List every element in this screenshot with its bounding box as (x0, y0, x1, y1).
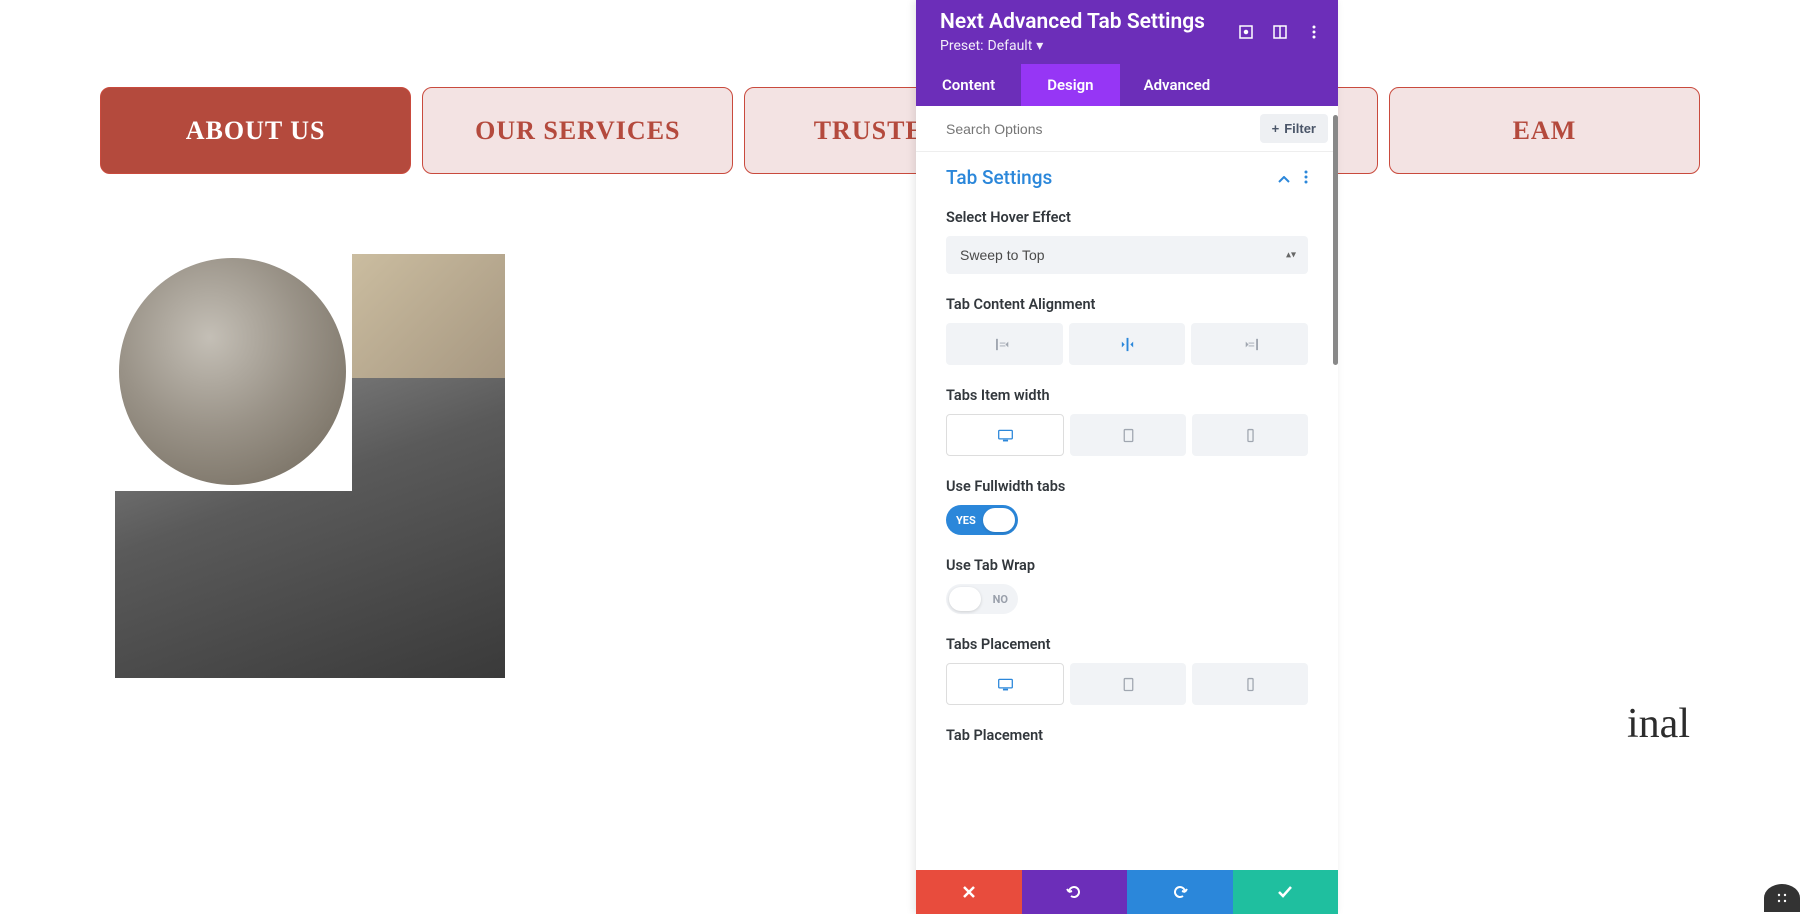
toggle-knob (949, 587, 981, 611)
hover-effect-select[interactable]: Sweep to Top (946, 236, 1308, 274)
panel-tab-content[interactable]: Content (916, 64, 1021, 106)
floating-action-button[interactable] (1764, 884, 1800, 912)
content-alignment-label: Tab Content Alignment (946, 296, 1308, 313)
align-left-button[interactable] (946, 323, 1063, 365)
search-filter-row: + Filter (916, 106, 1338, 152)
toggle-knob (983, 508, 1015, 532)
tabs-placement-label: Tabs Placement (946, 636, 1308, 653)
tab-wrap-label: Use Tab Wrap (946, 557, 1308, 574)
redo-button[interactable] (1127, 870, 1233, 914)
item-width-label: Tabs Item width (946, 387, 1308, 404)
undo-button[interactable] (1022, 870, 1128, 914)
placement-phone-button[interactable] (1192, 663, 1308, 705)
preset-label: Preset: (940, 38, 984, 54)
about-image-block (115, 254, 505, 678)
tab-about-us[interactable]: ABOUT US (100, 87, 411, 174)
search-input[interactable] (946, 121, 1260, 137)
tab-our-services[interactable]: OUR SERVICES (422, 87, 733, 174)
panel-tab-advanced[interactable]: Advanced (1120, 64, 1235, 106)
placement-tablet-button[interactable] (1070, 663, 1186, 705)
circle-image-justice (114, 253, 351, 490)
toggle-yes-label: YES (956, 514, 976, 527)
plus-icon: + (1272, 121, 1280, 136)
panel-tab-design[interactable]: Design (1021, 64, 1119, 106)
device-tablet-button[interactable] (1070, 414, 1186, 456)
fullwidth-label: Use Fullwidth tabs (946, 478, 1308, 495)
filter-button[interactable]: + Filter (1260, 114, 1328, 143)
tab-label: EAM (1513, 116, 1577, 146)
page-tabs-row: ABOUT US OUR SERVICES TRUSTED US EAM (100, 87, 1700, 174)
settings-panel: Next Advanced Tab Settings Preset: Defau… (916, 0, 1338, 914)
panel-header: Next Advanced Tab Settings Preset: Defau… (916, 0, 1338, 64)
partial-heading-text: inal (1627, 700, 1690, 748)
panel-body[interactable]: Tab Settings Select Hover Effect Sweep t… (916, 152, 1338, 870)
section-heading[interactable]: Tab Settings (946, 166, 1308, 189)
panel-footer (916, 870, 1338, 914)
columns-icon[interactable] (1272, 24, 1288, 40)
tab-wrap-toggle[interactable]: NO (946, 584, 1018, 614)
filter-label: Filter (1284, 121, 1316, 136)
section-more-icon[interactable] (1304, 166, 1308, 189)
tab-team[interactable]: EAM (1389, 87, 1700, 174)
caret-down-icon: ▾ (1036, 38, 1043, 54)
tab-label: ABOUT US (186, 116, 326, 146)
scrollbar-thumb[interactable] (1333, 115, 1338, 365)
close-button[interactable] (916, 870, 1022, 914)
device-desktop-button[interactable] (946, 414, 1064, 456)
fullwidth-toggle[interactable]: YES (946, 505, 1018, 535)
tab-content-area (100, 254, 1700, 678)
tab-label: OUR SERVICES (475, 116, 680, 146)
align-right-button[interactable] (1191, 323, 1308, 365)
more-vertical-icon[interactable] (1306, 24, 1322, 40)
toggle-no-label: NO (993, 593, 1008, 606)
expand-icon[interactable] (1238, 24, 1254, 40)
panel-tabs: Content Design Advanced (916, 64, 1338, 106)
save-button[interactable] (1233, 870, 1339, 914)
tab-placement-label: Tab Placement (946, 727, 1308, 744)
section-title: Tab Settings (946, 166, 1052, 189)
panel-title: Next Advanced Tab Settings (940, 10, 1205, 34)
align-center-button[interactable] (1069, 323, 1186, 365)
device-phone-button[interactable] (1192, 414, 1308, 456)
chevron-up-icon[interactable] (1278, 166, 1290, 189)
placement-desktop-button[interactable] (946, 663, 1064, 705)
preset-selector[interactable]: Preset: Default ▾ (940, 38, 1205, 54)
preset-value: Default (988, 38, 1033, 54)
hover-effect-label: Select Hover Effect (946, 209, 1308, 226)
